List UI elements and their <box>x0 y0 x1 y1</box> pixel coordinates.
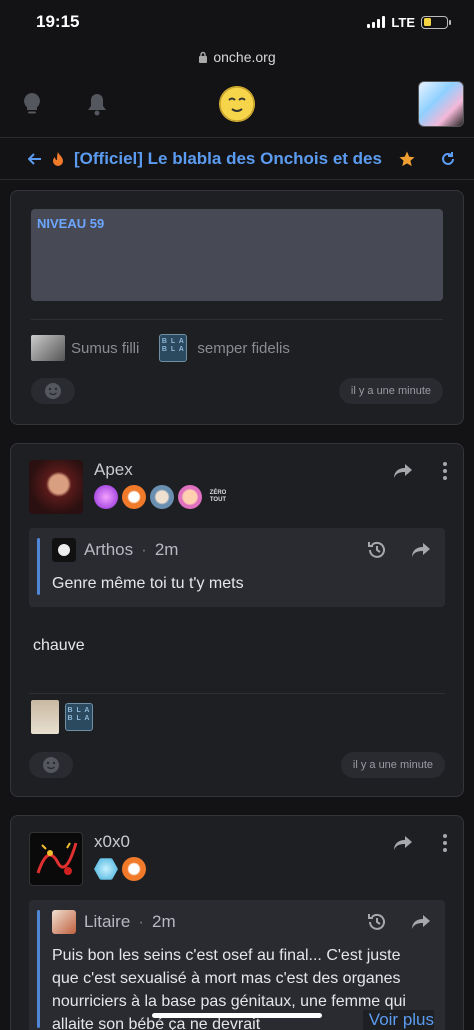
more-options-icon[interactable] <box>443 462 447 480</box>
signature-text-1: Sumus filli <box>71 339 140 357</box>
signature: B L AB L A <box>31 700 463 734</box>
share-icon[interactable] <box>411 540 431 560</box>
author-avatar[interactable] <box>29 460 83 514</box>
quoted-message: Arthos · 2m Genre même toi tu t'y mets <box>29 528 445 607</box>
quoted-author-avatar <box>52 910 76 934</box>
signature-image <box>31 700 59 734</box>
badge-stars-icon <box>94 858 118 880</box>
lightbulb-icon[interactable] <box>22 92 42 116</box>
author-avatar[interactable] <box>29 832 83 886</box>
back-arrow-icon[interactable] <box>28 152 42 166</box>
badge-list <box>94 857 393 881</box>
network-label: LTE <box>391 14 415 30</box>
message-time: il y a une minute <box>338 378 443 404</box>
badge-face-icon <box>150 485 174 509</box>
lock-icon <box>199 51 208 63</box>
signature-text-2: semper fidelis <box>197 339 290 357</box>
quoted-text: Genre même toi tu t'y mets <box>52 575 244 592</box>
topic-title[interactable]: [Officiel] Le blabla des Onchois et des <box>74 149 388 169</box>
more-options-icon[interactable] <box>443 834 447 852</box>
react-button[interactable] <box>29 752 73 778</box>
quoted-author-avatar <box>52 538 76 562</box>
badge-zero-tout: ZÉRO TOUT <box>209 490 227 503</box>
badge-list: ZÉRO TOUT <box>94 485 393 509</box>
quoted-time: 2m <box>154 540 179 559</box>
niveau-label: NIVEAU 59 <box>37 216 105 231</box>
topic-bar: [Officiel] Le blabla des Onchois et des <box>0 138 474 180</box>
refresh-icon[interactable] <box>440 151 456 167</box>
share-icon[interactable] <box>411 912 431 932</box>
bell-icon[interactable] <box>86 92 108 116</box>
message-card: NIVEAU 59 Sumus filli B L AB L A semper … <box>10 190 464 425</box>
blabla-badge: B L AB L A <box>65 703 93 731</box>
user-avatar[interactable] <box>418 80 464 127</box>
app-header <box>0 70 474 138</box>
emoji-icon <box>43 757 59 773</box>
message-card: x0x0 Litaire · 2m Puis bon les seins c'e… <box>10 815 464 1030</box>
share-icon[interactable] <box>393 463 413 479</box>
badge-spiral-icon <box>94 485 118 509</box>
history-icon[interactable] <box>367 540 387 560</box>
quoted-time: 2m <box>151 912 176 931</box>
signal-icon <box>367 16 386 28</box>
share-icon[interactable] <box>393 835 413 851</box>
react-button[interactable] <box>31 378 75 404</box>
signature-image <box>31 335 65 361</box>
blabla-badge: B L AB L A <box>159 334 188 362</box>
niveau-box: NIVEAU 59 <box>31 209 443 301</box>
quoted-author-name[interactable]: Litaire <box>84 912 130 932</box>
status-time: 19:15 <box>36 12 80 31</box>
message-card: Apex ZÉRO TOUT Arthos · 2m Genre même to… <box>10 443 464 797</box>
status-bar: 19:15 LTE <box>0 0 474 44</box>
author-name[interactable]: x0x0 <box>94 832 393 852</box>
author-name[interactable]: Apex <box>94 460 393 480</box>
history-icon[interactable] <box>367 912 387 932</box>
address-bar[interactable]: onche.org <box>0 44 474 70</box>
home-indicator <box>152 1013 322 1018</box>
quoted-author-name[interactable]: Arthos <box>84 540 133 560</box>
badge-mascot-icon <box>122 485 146 509</box>
flame-icon <box>52 151 64 167</box>
battery-icon <box>421 15 451 29</box>
signature: Sumus filli B L AB L A semper fidelis <box>31 334 443 362</box>
onche-logo-icon[interactable] <box>219 85 255 122</box>
message-text: chauve <box>33 637 85 654</box>
show-more-link[interactable]: Voir plus <box>362 1010 434 1030</box>
star-icon[interactable] <box>398 150 416 168</box>
status-indicators: LTE <box>367 14 451 30</box>
emoji-icon <box>45 383 61 399</box>
badge-baby-icon <box>178 485 202 509</box>
message-time: il y a une minute <box>340 752 445 778</box>
url-text: onche.org <box>213 49 276 65</box>
badge-mascot-icon <box>122 857 146 881</box>
